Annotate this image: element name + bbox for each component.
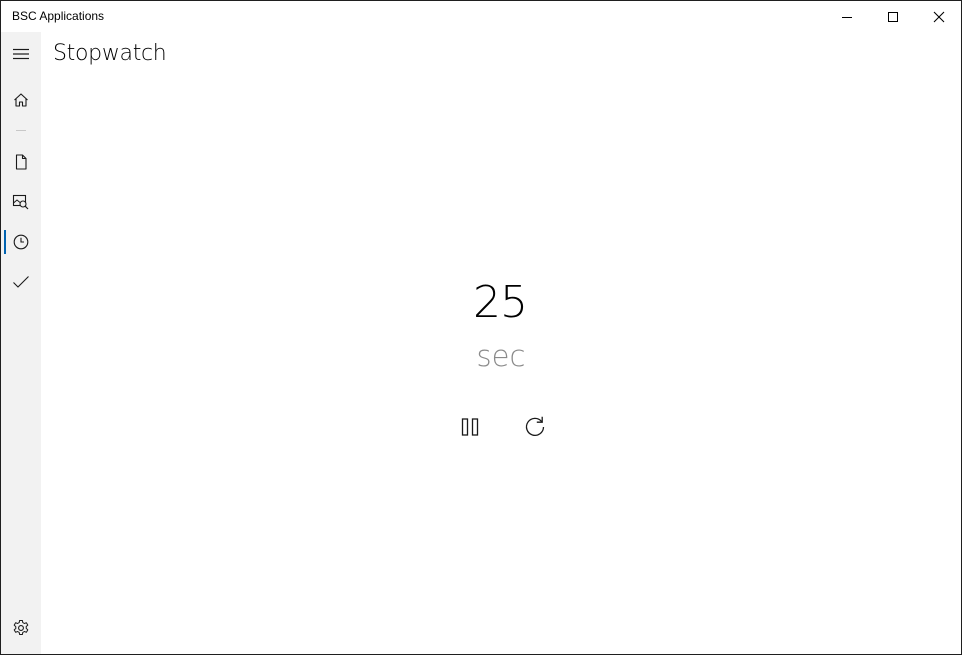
nav-item-stopwatch[interactable] [1,222,41,262]
app-window: BSC Applications Stopwatch 25 sec [0,0,962,655]
clock-icon [13,234,29,250]
minimize-icon [842,16,852,18]
nav-item-settings[interactable] [1,608,41,648]
hamburger-menu-button[interactable] [1,34,41,74]
nav-item-document[interactable] [1,142,41,182]
gear-icon [13,620,29,635]
pause-icon [461,418,479,436]
maximize-button[interactable] [870,1,916,32]
image-search-icon [12,194,29,210]
document-icon [15,154,27,170]
close-icon [933,11,945,22]
pause-button[interactable] [452,409,488,445]
stopwatch-unit: sec [476,339,526,373]
maximize-icon [888,11,898,22]
nav-item-image-search[interactable] [1,182,41,222]
nav-item-home[interactable] [1,80,41,120]
page-title: Stopwatch [53,41,167,66]
stopwatch-value: 25 [473,277,528,328]
checkmark-icon [13,276,29,288]
nav-separator [16,130,26,131]
refresh-icon [525,416,545,436]
minimize-button[interactable] [824,1,870,32]
title-bar: BSC Applications [1,1,961,32]
close-button[interactable] [916,1,961,32]
reset-button[interactable] [517,409,553,445]
nav-item-tasks[interactable] [1,262,41,302]
hamburger-menu-icon [13,48,29,60]
home-icon [14,93,28,107]
app-title: BSC Applications [12,9,105,23]
navigation-pane [1,32,41,654]
